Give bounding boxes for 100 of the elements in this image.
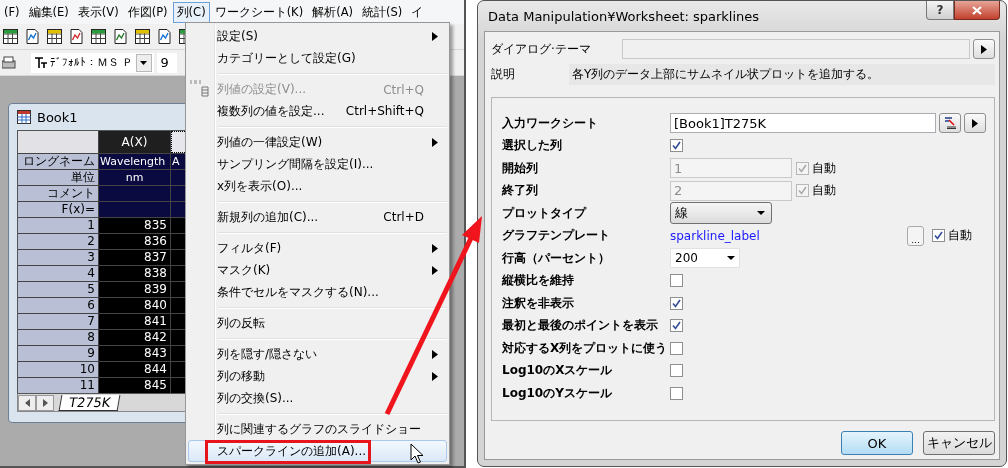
grid-icon[interactable] [134, 28, 151, 45]
close-button[interactable] [954, 1, 1000, 20]
menu-item[interactable]: x列を表示(O)... [188, 175, 447, 197]
table-cell[interactable]: Wavelength [99, 154, 170, 169]
checkbox[interactable] [670, 139, 683, 153]
grid-icon[interactable] [90, 28, 107, 45]
description-text: 各Y列のデータ上部にサムネイル状プロットを追加する。 [569, 63, 995, 85]
checkbox[interactable] [670, 341, 683, 355]
menu-bar-item[interactable]: 作図(P) [123, 1, 172, 23]
table-cell[interactable]: 842 [99, 330, 170, 345]
menu-bar-item[interactable]: ワークシート(K) [210, 1, 308, 23]
menu-bar-item[interactable]: 列(C) [172, 1, 210, 23]
grid-icon[interactable] [46, 28, 63, 45]
row-header: ロングネーム [18, 154, 98, 169]
row-height-combo[interactable]: 200 [670, 248, 740, 269]
column-header[interactable]: A(X) [99, 131, 170, 153]
menu-item[interactable]: 新規列の追加(C)... Ctrl+D [188, 206, 447, 228]
menu-item[interactable]: 列の移動 [188, 365, 447, 387]
checkbox[interactable] [670, 364, 683, 378]
triangle-icon [432, 371, 438, 381]
theme-field[interactable] [622, 39, 970, 59]
triangle-icon [972, 118, 978, 128]
menu-bar-item[interactable]: 統計(S) [358, 1, 407, 23]
table-cell[interactable]: 840 [99, 298, 170, 313]
table-cell[interactable]: 845 [99, 378, 170, 393]
menu-item[interactable]: カテゴリーとして設定(G) [188, 47, 447, 69]
table-cell[interactable]: 841 [99, 314, 170, 329]
row-header: コメント [18, 186, 98, 201]
table-cell[interactable] [99, 186, 170, 201]
template-link[interactable]: sparkline_label [670, 228, 760, 243]
sheet-tab[interactable]: T275K [58, 394, 121, 411]
setting-label: プロットタイプ [502, 204, 588, 222]
expand-button[interactable] [964, 113, 986, 134]
font-dropdown[interactable]: ﾃﾞﾌｫﾙﾄ：ＭＳ Ｐ [31, 52, 154, 73]
triangle-icon [432, 137, 438, 147]
table-cell[interactable]: nm [99, 170, 170, 185]
table-cell[interactable]: 839 [99, 282, 170, 297]
page-icon[interactable] [112, 28, 129, 45]
table-cell[interactable]: 836 [99, 234, 170, 249]
setting-label: 縦横比を維持 [502, 272, 575, 290]
setting-label: Log10のYスケール [502, 384, 613, 402]
help-button[interactable]: ? [926, 1, 954, 20]
menu-item[interactable]: 複数列の値を設定... Ctrl+Shift+Q [188, 100, 447, 122]
setting-label: 終了列 [502, 182, 539, 200]
setting-label: 開始列 [502, 159, 539, 177]
checkbox[interactable] [670, 319, 683, 333]
row-number: 3 [18, 250, 98, 265]
scroll-left-button[interactable] [18, 394, 36, 411]
menu-bar-item[interactable]: 解析(A) [308, 1, 357, 23]
menu-item[interactable]: 列値の一律設定(W) [188, 131, 447, 153]
caret-icon [757, 211, 765, 216]
menu-bar-item[interactable]: イ [407, 1, 428, 23]
page-icon[interactable] [24, 28, 41, 45]
theme-menu-button[interactable] [973, 39, 995, 59]
triangle-icon [24, 398, 30, 407]
checkbox-label: 自動 [812, 182, 836, 200]
menu-item[interactable]: 条件でセルをマスクする(N)... [188, 281, 447, 303]
menu-item[interactable]: 列に関連するグラフのスライドショー [188, 418, 447, 440]
corner-cell[interactable] [18, 131, 98, 153]
dialog-button[interactable]: OK [841, 431, 913, 455]
values-icon [189, 79, 209, 97]
table-cell[interactable]: 838 [99, 266, 170, 281]
row-number: 8 [18, 330, 98, 345]
setting-label: 選択した列 [502, 137, 563, 155]
menu-bar-item[interactable]: 編集(E) [24, 1, 73, 23]
font-size-field[interactable]: 9 [156, 52, 177, 73]
menu-bar-item[interactable]: (F) [0, 2, 24, 22]
menu-item[interactable]: マスク(K) [188, 259, 447, 281]
triangle-icon [432, 243, 438, 253]
checkbox[interactable] [670, 274, 683, 288]
menu-item[interactable]: サンプリング間隔を設定(I)... [188, 153, 447, 175]
plot-type-dropdown[interactable]: 線 [670, 202, 772, 225]
row-number: 10 [18, 362, 98, 377]
table-cell[interactable]: 837 [99, 250, 170, 265]
caret-icon [727, 256, 735, 261]
triangle-icon [42, 398, 48, 407]
page-icon[interactable] [156, 28, 173, 45]
row-number: 9 [18, 346, 98, 361]
checkbox[interactable] [932, 229, 945, 243]
row-header: 単位 [18, 170, 98, 185]
printer-icon[interactable] [2, 54, 16, 71]
grid-icon[interactable] [2, 28, 19, 45]
checkbox[interactable] [670, 296, 683, 310]
dialog-button[interactable]: キャンセル [923, 431, 995, 455]
table-cell[interactable] [99, 202, 170, 217]
table-cell[interactable]: 843 [99, 346, 170, 361]
menu-item[interactable]: フィルタ(F) [188, 237, 447, 259]
page-icon[interactable] [68, 28, 85, 45]
scroll-right-button[interactable] [36, 394, 54, 411]
menu-item[interactable]: 列の反転 [188, 312, 447, 334]
menu-item[interactable]: 列を隠す/隠さない [188, 343, 447, 365]
menu-item[interactable]: 列の交換(S)... [188, 387, 447, 409]
table-cell[interactable]: 835 [99, 218, 170, 233]
browse-button[interactable]: ... [907, 225, 924, 246]
checkbox[interactable] [670, 386, 683, 400]
setting-label: グラフテンプレート [502, 227, 611, 245]
table-cell[interactable]: 844 [99, 362, 170, 377]
menu-bar-item[interactable]: 表示(V) [73, 1, 123, 23]
select-button[interactable] [939, 113, 961, 134]
worksheet-field[interactable]: [Book1]T275K [670, 113, 936, 134]
